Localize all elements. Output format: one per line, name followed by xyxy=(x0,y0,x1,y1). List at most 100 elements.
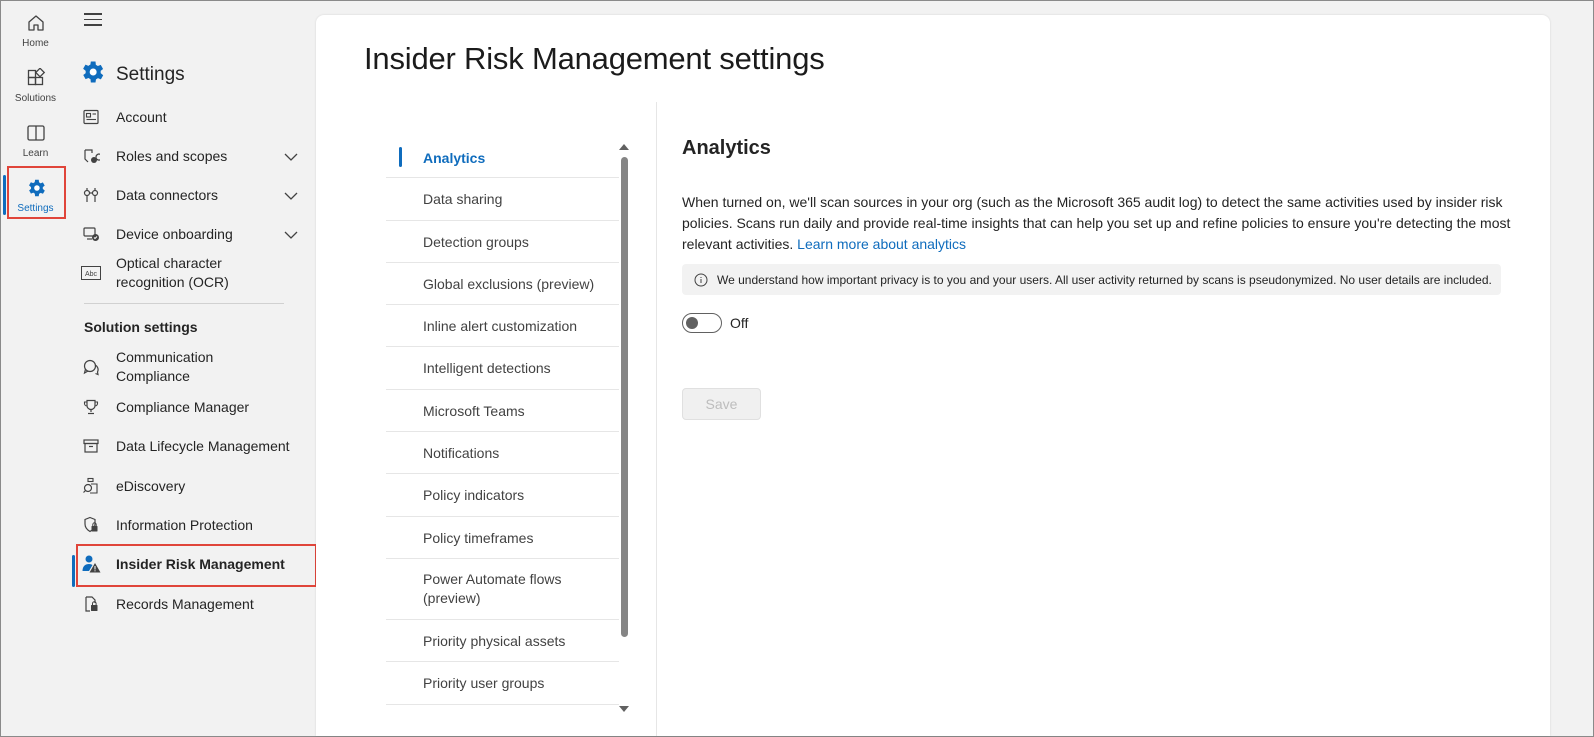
learn-more-link[interactable]: Learn more about analytics xyxy=(797,236,966,252)
roles-icon xyxy=(80,145,102,167)
subnav-item-policy-timeframes[interactable]: Policy timeframes xyxy=(386,517,619,559)
plug-icon xyxy=(80,184,102,206)
rail-active-indicator xyxy=(3,175,6,215)
records-lock-icon xyxy=(80,593,102,615)
nav-header: Settings xyxy=(78,58,185,91)
nav-item-label: Information Protection xyxy=(116,516,253,533)
subnav-item-inline-alert-customization[interactable]: Inline alert customization xyxy=(386,305,619,347)
rail-learn-label: Learn xyxy=(22,148,49,159)
subnav-item-label: Microsoft Teams xyxy=(423,402,525,419)
nav-section-heading: Solution settings xyxy=(84,319,198,335)
analytics-toggle-group: Off xyxy=(682,313,748,333)
nav-item-communication-compliance[interactable]: Communication Compliance xyxy=(80,347,260,387)
subnav-item-label: Data sharing xyxy=(423,191,503,207)
nav-item-account[interactable]: Account xyxy=(80,105,310,129)
solutions-icon xyxy=(24,66,48,90)
chevron-down-icon[interactable] xyxy=(284,228,298,244)
chat-icon xyxy=(80,356,102,378)
rail-learn[interactable]: Learn xyxy=(1,115,70,165)
analytics-description: When turned on, we'll scan sources in yo… xyxy=(682,192,1512,255)
subnav-scrollbar[interactable] xyxy=(617,139,631,715)
scrollbar-thumb[interactable] xyxy=(621,157,628,637)
settings-subnav: Analytics Data sharing Detection groups … xyxy=(386,138,622,723)
subnav-item-label: Intelligent detections xyxy=(423,360,551,376)
subnav-item-data-sharing[interactable]: Data sharing xyxy=(386,178,619,221)
app-rail: Home Solutions Learn Settings xyxy=(1,1,70,736)
nav-item-roles-and-scopes[interactable]: Roles and scopes xyxy=(80,144,310,168)
shield-lock-icon xyxy=(80,514,102,536)
subnav-item-global-exclusions[interactable]: Global exclusions (preview) xyxy=(386,263,619,305)
subnav-item-analytics[interactable]: Analytics xyxy=(386,138,619,178)
vertical-divider xyxy=(656,102,657,736)
nav-divider xyxy=(84,303,284,304)
discovery-icon xyxy=(80,475,102,497)
subnav-item-label: Detection groups xyxy=(423,233,529,250)
save-button[interactable]: Save xyxy=(682,388,761,420)
device-icon xyxy=(80,223,102,245)
nav-item-label: Compliance Manager xyxy=(116,398,250,415)
subnav-item-policy-indicators[interactable]: Policy indicators xyxy=(386,474,619,517)
subnav-item-priority-user-groups[interactable]: Priority user groups xyxy=(386,662,619,705)
subnav-item-label: Policy indicators xyxy=(423,487,525,503)
section-title: Analytics xyxy=(682,137,771,159)
trophy-icon xyxy=(80,396,102,418)
nav-item-ediscovery[interactable]: eDiscovery xyxy=(80,474,310,498)
highlight-box-settings xyxy=(7,166,66,219)
subnav-item-label: Power Automate flows (preview) xyxy=(423,571,562,606)
subnav-item-detection-groups[interactable]: Detection groups xyxy=(386,221,619,263)
chevron-down-icon[interactable] xyxy=(284,189,298,205)
nav-item-label: Records Management xyxy=(116,595,254,612)
scroll-up-arrow-icon[interactable] xyxy=(619,144,629,150)
subnav-item-label: Priority user groups xyxy=(423,675,545,691)
nav-item-information-protection[interactable]: Information Protection xyxy=(80,513,310,537)
nav-item-compliance-manager[interactable]: Compliance Manager xyxy=(80,395,310,419)
subnav-item-label: Inline alert customization xyxy=(423,317,578,334)
subnav-item-label: Priority physical assets xyxy=(423,632,566,649)
subnav-item-power-automate-flows[interactable]: Power Automate flows (preview) xyxy=(386,559,619,620)
nav-item-label: Roles and scopes xyxy=(116,147,228,164)
subnav-item-microsoft-teams[interactable]: Microsoft Teams xyxy=(386,390,619,432)
toggle-knob xyxy=(686,317,698,329)
archive-icon xyxy=(80,435,102,457)
analytics-toggle[interactable] xyxy=(682,313,722,333)
book-icon xyxy=(24,121,48,145)
privacy-info-bar: We understand how important privacy is t… xyxy=(682,264,1501,295)
scroll-down-arrow-icon[interactable] xyxy=(619,706,629,712)
chevron-down-icon[interactable] xyxy=(284,150,298,166)
main-content-card: Insider Risk Management settings Analyti… xyxy=(316,15,1550,736)
rail-home[interactable]: Home xyxy=(1,5,70,55)
home-icon xyxy=(24,11,48,35)
nav-item-label: Data Lifecycle Management xyxy=(116,437,290,454)
highlight-box-insider-risk xyxy=(76,544,317,587)
toggle-state-label: Off xyxy=(730,315,749,331)
account-card-icon xyxy=(80,106,102,128)
nav-item-records-management[interactable]: Records Management xyxy=(80,592,310,616)
gear-icon xyxy=(78,58,106,91)
nav-item-data-connectors[interactable]: Data connectors xyxy=(80,183,310,207)
subnav-item-intelligent-detections[interactable]: Intelligent detections xyxy=(386,347,619,390)
hamburger-menu-icon[interactable] xyxy=(84,13,102,27)
page-title: Insider Risk Management settings xyxy=(364,41,825,76)
info-icon xyxy=(694,273,708,287)
nav-item-data-lifecycle-management[interactable]: Data Lifecycle Management xyxy=(80,434,310,458)
rail-home-label: Home xyxy=(22,38,49,49)
ocr-icon: Abc xyxy=(80,262,102,284)
settings-nav: Settings Account Roles and scopes Data c… xyxy=(70,1,320,736)
nav-title: Settings xyxy=(116,63,185,85)
nav-item-ocr[interactable]: Abc Optical character recognition (OCR) xyxy=(80,253,260,293)
nav-item-label: Device onboarding xyxy=(116,225,233,242)
subnav-item-notifications[interactable]: Notifications xyxy=(386,432,619,474)
info-text: We understand how important privacy is t… xyxy=(717,272,1492,287)
subnav-item-priority-physical-assets[interactable]: Priority physical assets xyxy=(386,620,619,662)
rail-solutions-label: Solutions xyxy=(14,93,57,104)
subnav-item-label: Analytics xyxy=(423,149,486,166)
nav-item-label: Account xyxy=(116,108,167,125)
subnav-item-label: Notifications xyxy=(423,444,500,461)
subnav-active-indicator xyxy=(399,147,402,167)
nav-item-device-onboarding[interactable]: Device onboarding xyxy=(80,222,310,246)
nav-item-label: eDiscovery xyxy=(116,477,186,494)
nav-item-label: Data connectors xyxy=(116,186,218,203)
svg-text:Abc: Abc xyxy=(85,271,98,278)
nav-item-label: Optical character recognition (OCR) xyxy=(116,255,229,290)
rail-solutions[interactable]: Solutions xyxy=(1,60,70,110)
